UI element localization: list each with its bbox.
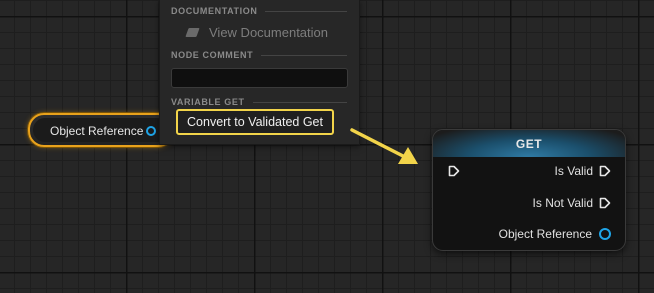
is-valid-pin[interactable]: Is Valid bbox=[555, 164, 611, 178]
exec-output-pin-icon[interactable] bbox=[599, 197, 611, 209]
validated-get-node[interactable]: GET Is Valid Is Not Valid Object Referen… bbox=[432, 129, 626, 251]
get-node-header: GET bbox=[433, 130, 625, 157]
exec-input-pin-icon[interactable] bbox=[448, 165, 460, 177]
exec-output-pin-icon[interactable] bbox=[599, 165, 611, 177]
object-reference-pin[interactable]: Object Reference bbox=[499, 227, 611, 241]
get-node-title: GET bbox=[515, 136, 543, 151]
is-valid-label: Is Valid bbox=[554, 164, 593, 178]
object-reference-label: Object Reference bbox=[498, 227, 592, 241]
is-not-valid-label: Is Not Valid bbox=[532, 196, 593, 210]
object-output-pin-icon[interactable] bbox=[599, 228, 611, 240]
is-not-valid-pin[interactable]: Is Not Valid bbox=[533, 196, 611, 210]
